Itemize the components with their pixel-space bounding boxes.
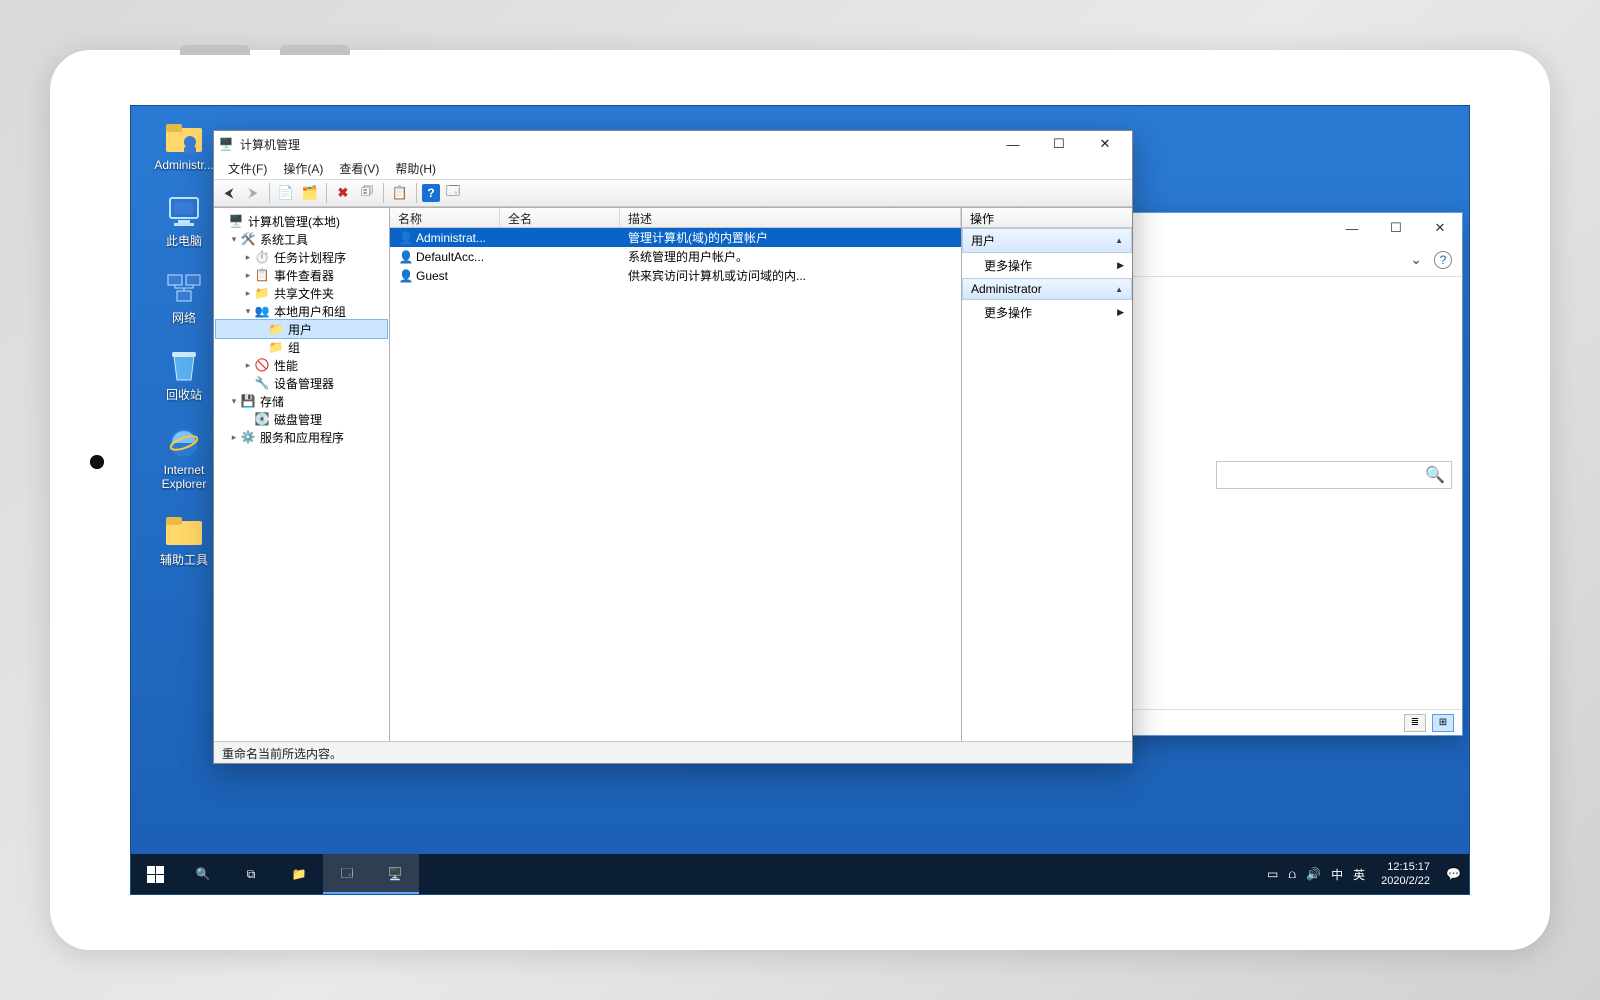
tray-ime-chi[interactable]: 中: [1331, 866, 1343, 883]
help-icon[interactable]: ?: [1434, 251, 1452, 269]
view-icons-button[interactable]: ⊞: [1432, 714, 1454, 732]
close-button[interactable]: ✕: [1082, 132, 1128, 156]
tray-wifi-icon[interactable]: ⩍: [1288, 867, 1296, 882]
taskbar-computer-management[interactable]: 🖥️: [371, 854, 419, 894]
tray-notifications-icon[interactable]: 💬: [1446, 867, 1461, 881]
submenu-arrow-icon: ▶: [1117, 307, 1124, 318]
desktop-icon-label: Internet Explorer: [144, 463, 224, 491]
search-input[interactable]: 🔍: [1216, 461, 1452, 489]
collapse-icon: ▲: [1115, 236, 1123, 245]
user-row[interactable]: 👤Guest 供来宾访问计算机或访问域的内...: [390, 266, 961, 285]
delete-button[interactable]: ✖: [332, 182, 354, 204]
caret-down-icon[interactable]: ⌄: [1410, 251, 1422, 268]
tree-pane[interactable]: 🖥️计算机管理(本地) ▾🛠️系统工具 ▸⏱️任务计划程序 ▸📋事件查看器 ▸📁…: [214, 208, 390, 741]
taskbar-control-panel[interactable]: 🗔: [323, 854, 371, 894]
user-icon: 👤: [398, 269, 414, 283]
extra-button[interactable]: 🗔: [442, 182, 464, 204]
tree-event-viewer[interactable]: ▸📋事件查看器: [216, 266, 387, 284]
status-bar: 重命名当前所选内容。: [214, 741, 1132, 763]
tray-time: 12:15:17: [1381, 860, 1430, 874]
toolbar: ⮜ ⮞ 📄 🗂️ ✖ 🗊 📋 ? 🗔: [214, 179, 1132, 207]
action-more-actions[interactable]: 更多操作▶: [962, 253, 1132, 278]
action-header: 操作: [962, 208, 1132, 228]
refresh-button[interactable]: 🗊: [356, 182, 378, 204]
desktop-icon-label: 网络: [144, 309, 224, 326]
col-fullname[interactable]: 全名: [500, 208, 620, 227]
maximize-button[interactable]: ☐: [1374, 214, 1418, 242]
col-desc[interactable]: 描述: [620, 208, 961, 227]
search-icon: 🔍: [1425, 465, 1445, 485]
tree-groups[interactable]: 📁组: [216, 338, 387, 356]
action-section-users[interactable]: 用户▲: [962, 228, 1132, 253]
start-button[interactable]: [131, 854, 179, 894]
tray-battery-icon[interactable]: ▭: [1267, 867, 1278, 881]
tree-task-scheduler[interactable]: ▸⏱️任务计划程序: [216, 248, 387, 266]
tree-storage[interactable]: ▾💾存储: [216, 392, 387, 410]
help-button[interactable]: ?: [422, 184, 440, 202]
menu-file[interactable]: 文件(F): [220, 158, 275, 179]
menubar: 文件(F) 操作(A) 查看(V) 帮助(H): [214, 157, 1132, 179]
tree-system-tools[interactable]: ▾🛠️系统工具: [216, 230, 387, 248]
up-button[interactable]: 📄: [275, 182, 297, 204]
user-row[interactable]: 👤Administrat... 管理计算机(域)的内置帐户: [390, 228, 961, 247]
export-button[interactable]: 📋: [389, 182, 411, 204]
tray-date: 2020/2/22: [1381, 874, 1430, 888]
action-section-administrator[interactable]: Administrator▲: [962, 278, 1132, 300]
tree-disk-management[interactable]: 💽磁盘管理: [216, 410, 387, 428]
tree-shared-folders[interactable]: ▸📁共享文件夹: [216, 284, 387, 302]
tree-device-manager[interactable]: 🔧设备管理器: [216, 374, 387, 392]
desktop-icon-label: 此电脑: [144, 232, 224, 249]
menu-view[interactable]: 查看(V): [331, 158, 387, 179]
maximize-button[interactable]: ☐: [1036, 132, 1082, 156]
minimize-button[interactable]: —: [990, 132, 1036, 156]
screen: Administr... 此电脑 网络 回收站 Internet Explore…: [130, 105, 1470, 895]
col-name[interactable]: 名称: [390, 208, 500, 227]
desktop-icon-label: Administr...: [144, 158, 224, 172]
minimize-button[interactable]: —: [1330, 214, 1374, 242]
titlebar[interactable]: 🖥️ 计算机管理 — ☐ ✕: [214, 131, 1132, 157]
back-button[interactable]: ⮜: [218, 182, 240, 204]
app-icon: 🖥️: [218, 136, 234, 152]
action-more-actions[interactable]: 更多操作▶: [962, 300, 1132, 325]
action-pane: 操作 用户▲ 更多操作▶ Administrator▲ 更多操作▶: [962, 208, 1132, 741]
user-icon: 👤: [398, 250, 414, 264]
list-pane[interactable]: 名称 全名 描述 👤Administrat... 管理计算机(域)的内置帐户 👤…: [390, 208, 962, 741]
menu-action[interactable]: 操作(A): [275, 158, 331, 179]
desktop-icon-label: 辅助工具: [144, 551, 224, 568]
taskbar: 🔍 ⧉ 📁 🗔 🖥️ ▭ ⩍ 🔊 中 英 12:15:17 2020/2/22 …: [131, 854, 1469, 894]
window-title: 计算机管理: [240, 136, 990, 153]
close-button[interactable]: ✕: [1418, 214, 1462, 242]
view-details-button[interactable]: ≣: [1404, 714, 1426, 732]
tray-ime-eng[interactable]: 英: [1353, 866, 1365, 883]
tree-local-users-groups[interactable]: ▾👥本地用户和组: [216, 302, 387, 320]
task-view-button[interactable]: ⧉: [227, 854, 275, 894]
taskbar-file-explorer[interactable]: 📁: [275, 854, 323, 894]
menu-help[interactable]: 帮助(H): [387, 158, 444, 179]
system-tray: ▭ ⩍ 🔊 中 英 12:15:17 2020/2/22 💬: [1259, 860, 1469, 888]
user-icon: 👤: [398, 231, 414, 245]
tree-root[interactable]: 🖥️计算机管理(本地): [216, 212, 387, 230]
tray-volume-icon[interactable]: 🔊: [1306, 867, 1321, 881]
tree-services-apps[interactable]: ▸⚙️服务和应用程序: [216, 428, 387, 446]
submenu-arrow-icon: ▶: [1117, 260, 1124, 271]
search-button[interactable]: 🔍: [179, 854, 227, 894]
forward-button[interactable]: ⮞: [242, 182, 264, 204]
tray-clock[interactable]: 12:15:17 2020/2/22: [1375, 860, 1436, 888]
collapse-icon: ▲: [1115, 285, 1123, 294]
desktop-icon-label: 回收站: [144, 386, 224, 403]
user-row[interactable]: 👤DefaultAcc... 系统管理的用户帐户。: [390, 247, 961, 266]
tablet-frame: Administr... 此电脑 网络 回收站 Internet Explore…: [50, 50, 1550, 950]
computer-management-window[interactable]: 🖥️ 计算机管理 — ☐ ✕ 文件(F) 操作(A) 查看(V) 帮助(H) ⮜…: [213, 130, 1133, 764]
column-headers[interactable]: 名称 全名 描述: [390, 208, 961, 228]
tree-performance[interactable]: ▸🚫性能: [216, 356, 387, 374]
properties-button[interactable]: 🗂️: [299, 182, 321, 204]
tree-users[interactable]: 📁用户: [216, 320, 387, 338]
